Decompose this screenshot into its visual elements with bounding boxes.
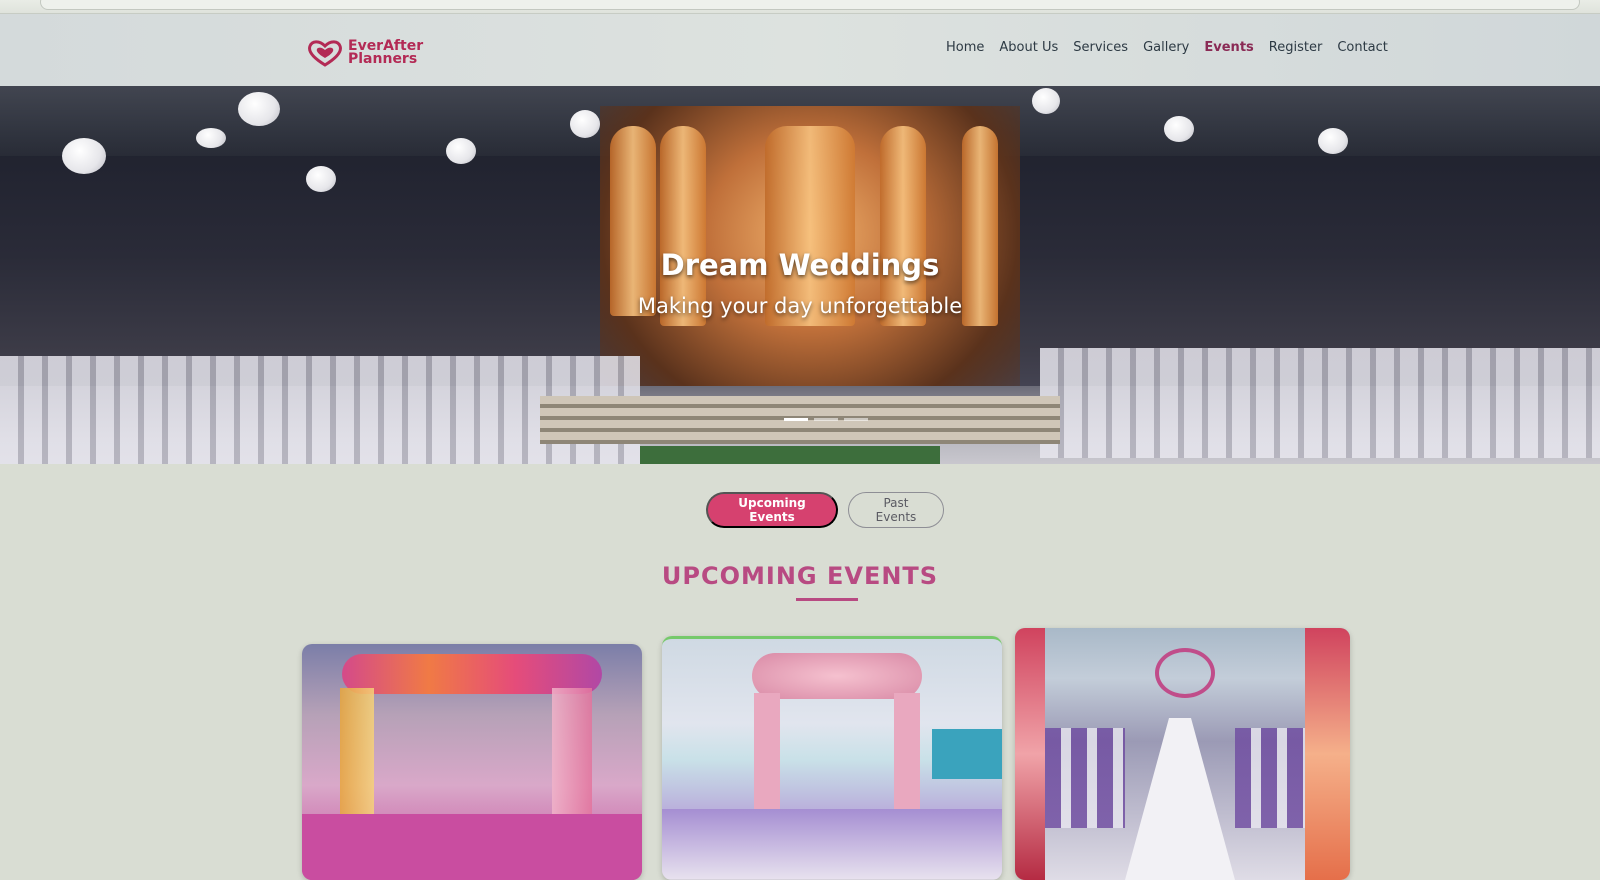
nav-gallery[interactable]: Gallery xyxy=(1143,40,1189,55)
nav-about-us[interactable]: About Us xyxy=(999,40,1058,55)
drape xyxy=(894,693,920,813)
site-navbar: EverAfter Planners Home About Us Service… xyxy=(0,14,1600,86)
section-title-underline xyxy=(796,598,858,601)
aisle-runner xyxy=(1125,718,1235,880)
lantern-icon xyxy=(1318,128,1348,154)
upcoming-events-button[interactable]: Upcoming Events xyxy=(706,492,838,528)
nav-contact[interactable]: Contact xyxy=(1337,40,1388,55)
browser-address-bar xyxy=(0,0,1600,14)
hero-aisle-grass xyxy=(640,446,940,464)
nav-events[interactable]: Events xyxy=(1204,40,1253,55)
hero-chairs-right xyxy=(1040,348,1600,458)
lantern-icon xyxy=(62,138,106,174)
event-card-image[interactable] xyxy=(302,644,642,880)
floor-carpet xyxy=(302,814,642,880)
heart-logo-icon xyxy=(308,40,342,67)
lantern-icon xyxy=(306,166,336,192)
hero-carousel[interactable]: Dream Weddings Making your day unforgett… xyxy=(0,86,1600,464)
carousel-indicators xyxy=(784,418,868,421)
brand-logo[interactable]: EverAfter Planners xyxy=(306,36,423,70)
flower-column xyxy=(1015,628,1045,880)
flower-column xyxy=(1305,628,1350,880)
carousel-dot[interactable] xyxy=(784,418,808,421)
hero-subtitle: Making your day unforgettable xyxy=(637,294,963,318)
lantern-icon xyxy=(196,128,226,148)
nav-register[interactable]: Register xyxy=(1269,40,1323,55)
drape xyxy=(754,693,780,813)
event-card-image[interactable] xyxy=(662,636,1002,880)
hero-title: Dream Weddings xyxy=(660,248,940,282)
carousel-dot[interactable] xyxy=(814,418,838,421)
lantern-icon xyxy=(570,110,600,138)
past-events-button[interactable]: Past Events xyxy=(848,492,944,528)
brand-name: EverAfter Planners xyxy=(348,39,423,67)
ring-arch xyxy=(1155,648,1215,698)
event-card-image[interactable] xyxy=(1015,628,1350,880)
lantern-icon xyxy=(446,138,476,164)
carousel-dot[interactable] xyxy=(844,418,868,421)
nav-services[interactable]: Services xyxy=(1073,40,1128,55)
chairs-left xyxy=(1045,728,1125,828)
nav-home[interactable]: Home xyxy=(946,40,984,55)
section-title: UPCOMING EVENTS xyxy=(661,562,939,590)
chairs-right xyxy=(1235,728,1305,828)
brand-name-line2: Planners xyxy=(348,51,418,67)
lantern-icon xyxy=(238,92,280,126)
address-field[interactable] xyxy=(40,0,1580,10)
sea-water xyxy=(932,729,1002,779)
hero-curtain xyxy=(610,126,656,316)
main-nav: Home About Us Services Gallery Events Re… xyxy=(946,40,1388,55)
lantern-icon xyxy=(1164,116,1194,142)
stage-floor xyxy=(662,809,1002,879)
event-filter-tabs: Upcoming Events Past Events xyxy=(706,492,944,528)
lantern-icon xyxy=(1032,88,1060,114)
